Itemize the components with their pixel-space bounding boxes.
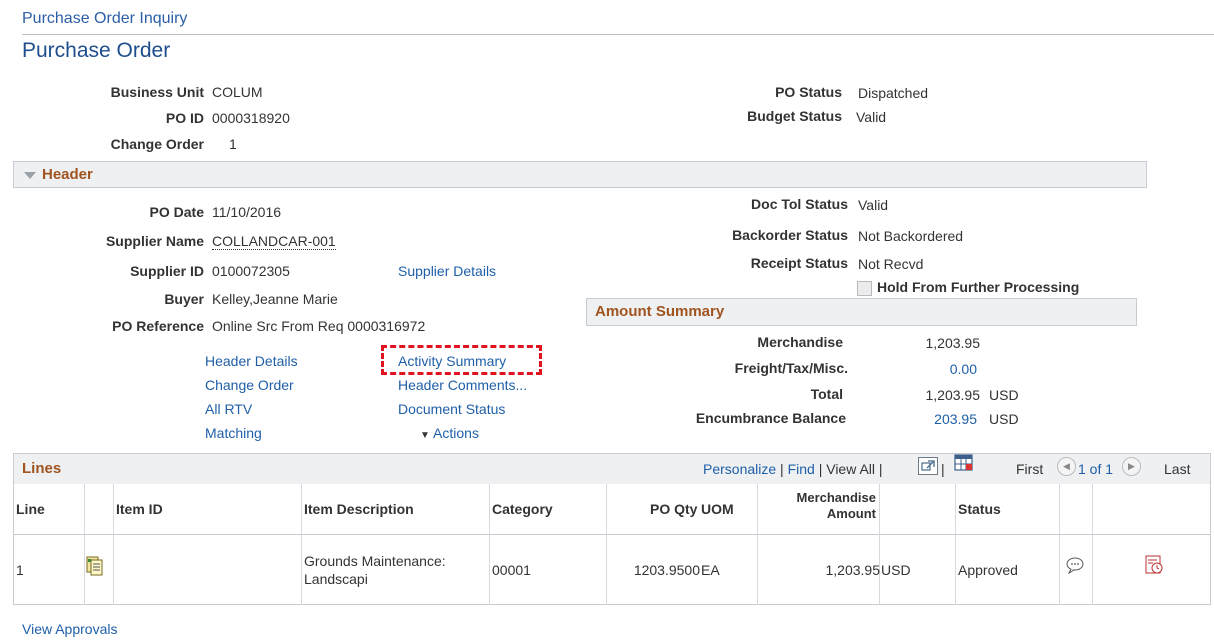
actions-menu[interactable]: ▼ Actions (420, 425, 479, 441)
last-label[interactable]: Last (1164, 461, 1190, 477)
lines-column-headers: Line Item ID Item Description Category P… (14, 484, 1210, 535)
business-unit-label: Business Unit (110, 84, 204, 100)
encumbrance-currency: USD (989, 411, 1019, 427)
header-section-bar[interactable]: Header (13, 161, 1147, 188)
col-item-id[interactable]: Item ID (116, 501, 163, 517)
receipt-status-value: Not Recvd (858, 256, 924, 272)
total-currency: USD (989, 387, 1019, 403)
header-comments-link[interactable]: Header Comments... (398, 377, 527, 393)
supplier-name-value[interactable]: COLLANDCAR-001 (212, 233, 336, 250)
collapse-triangle-icon[interactable] (24, 171, 36, 179)
po-reference-value: Online Src From Req 0000316972 (212, 318, 426, 334)
po-date-value: 11/10/2016 (212, 204, 282, 220)
page-info: 1 of 1 (1078, 461, 1114, 477)
row-uom: EA (701, 562, 720, 578)
previous-arrow-icon[interactable]: ◀ (1057, 457, 1076, 476)
document-status-link[interactable]: Document Status (398, 401, 505, 417)
change-order-value: 1 (229, 136, 237, 152)
view-all-link[interactable]: View All (826, 461, 875, 477)
first-label[interactable]: First (1016, 461, 1043, 477)
amount-summary-title: Amount Summary (595, 303, 725, 320)
breadcrumb: Purchase Order Inquiry (22, 10, 188, 27)
col-item-description[interactable]: Item Description (304, 501, 414, 517)
header-details-link[interactable]: Header Details (205, 353, 298, 369)
change-order-link[interactable]: Change Order (205, 377, 294, 393)
po-status-value: Dispatched (858, 85, 929, 101)
freight-label: Freight/Tax/Misc. (734, 360, 848, 376)
encumbrance-label: Encumbrance Balance (695, 410, 846, 426)
doc-tol-status-label: Doc Tol Status (751, 196, 848, 212)
supplier-id-label: Supplier ID (130, 263, 204, 279)
merchandise-label: Merchandise (757, 334, 843, 350)
comment-bubble-icon[interactable] (1065, 556, 1085, 577)
lines-grid-toolbar: Lines Personalize | Find | View All | | … (14, 454, 1210, 485)
supplier-id-value: 0100072305 (212, 263, 290, 279)
col-merchandise-amount[interactable]: Merchandise Amount (762, 490, 876, 522)
business-unit-value: COLUM (212, 84, 263, 100)
row-category: 00001 (492, 562, 531, 578)
hold-label: Hold From Further Processing (877, 279, 1080, 295)
header-section-title[interactable]: Header (24, 166, 93, 183)
backorder-status-label: Backorder Status (732, 227, 848, 243)
col-uom[interactable]: UOM (701, 501, 734, 517)
zoom-grid-icon[interactable] (918, 457, 938, 475)
col-line[interactable]: Line (16, 501, 45, 517)
matching-link[interactable]: Matching (205, 425, 262, 441)
po-date-label: PO Date (149, 204, 204, 220)
buyer-label: Buyer (164, 291, 204, 307)
buyer-value: Kelley,Jeanne Marie (212, 291, 338, 307)
amount-summary-bar: Amount Summary (586, 298, 1137, 326)
page-title: Purchase Order (22, 39, 171, 62)
activity-summary-highlight (381, 345, 542, 375)
lines-grid: Lines Personalize | Find | View All | | … (13, 453, 1211, 605)
row-line: 1 (16, 562, 24, 578)
row-po-qty: 1203.9500 (633, 562, 700, 578)
row-item-description-link[interactable]: Grounds Maintenance: Landscapi (304, 552, 446, 588)
freight-value-link[interactable]: 0.00 (900, 361, 977, 377)
po-id-label: PO ID (165, 110, 204, 126)
po-reference-label: PO Reference (112, 318, 204, 334)
supplier-details-link[interactable]: Supplier Details (398, 263, 496, 279)
hold-checkbox-row[interactable]: Hold From Further Processing (857, 279, 1079, 296)
budget-status-label: Budget Status (747, 108, 842, 124)
total-label: Total (810, 386, 843, 402)
line-details-icon[interactable] (86, 556, 104, 579)
col-status[interactable]: Status (958, 501, 1001, 517)
personalize-link[interactable]: Personalize (703, 461, 776, 477)
all-rtv-link[interactable]: All RTV (205, 401, 252, 417)
breadcrumb-divider (22, 34, 1214, 35)
change-order-label: Change Order (110, 136, 204, 152)
total-value: 1,203.95 (925, 387, 981, 403)
view-approvals-link[interactable]: View Approvals (22, 621, 117, 637)
hold-checkbox[interactable] (857, 280, 872, 296)
document-history-icon[interactable] (1144, 555, 1164, 578)
caret-down-icon: ▼ (420, 430, 430, 441)
receipt-status-label: Receipt Status (750, 255, 848, 271)
lines-title: Lines (22, 460, 62, 477)
po-id-value: 0000318920 (212, 110, 290, 126)
budget-status-value: Valid (856, 109, 887, 125)
download-excel-icon[interactable] (954, 454, 974, 475)
doc-tol-status-value: Valid (858, 197, 889, 213)
col-po-qty[interactable]: PO Qty (650, 501, 697, 517)
col-category[interactable]: Category (492, 501, 553, 517)
backorder-status-value: Not Backordered (858, 228, 964, 244)
row-status: Approved (958, 562, 1018, 578)
next-arrow-icon[interactable]: ▶ (1122, 457, 1141, 476)
po-status-label: PO Status (775, 84, 842, 100)
row-currency: USD (881, 562, 911, 578)
merchandise-value: 1,203.95 (925, 335, 981, 351)
encumbrance-value-link[interactable]: 203.95 (900, 411, 977, 427)
row-merchandise-amount: 1,203.95 (825, 562, 881, 578)
supplier-name-label: Supplier Name (105, 233, 204, 249)
find-link[interactable]: Find (788, 461, 815, 477)
